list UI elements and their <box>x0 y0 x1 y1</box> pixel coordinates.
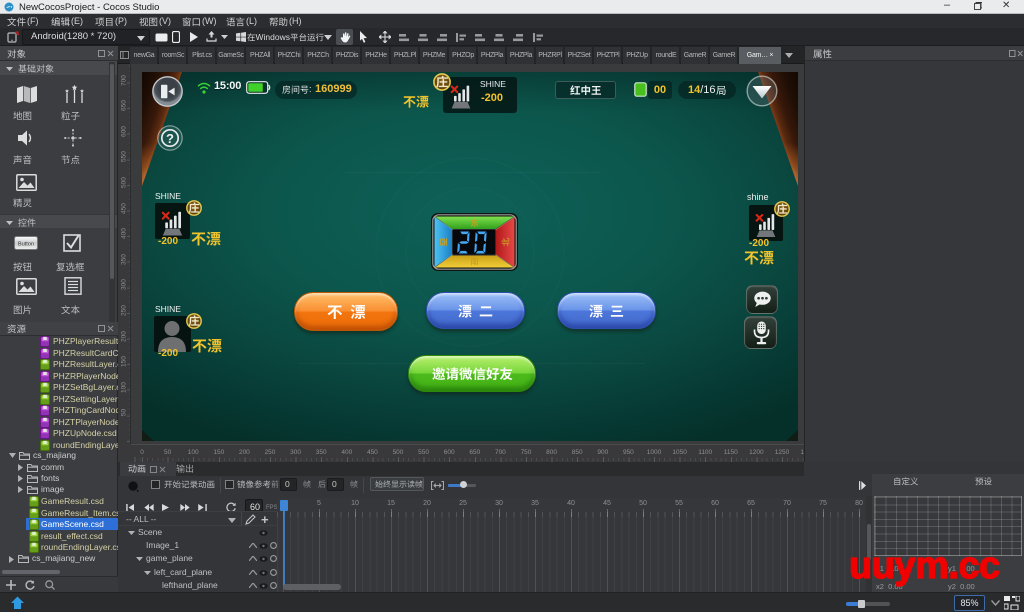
svg-text:Button: Button <box>18 242 34 248</box>
svg-text:?: ? <box>166 131 174 146</box>
